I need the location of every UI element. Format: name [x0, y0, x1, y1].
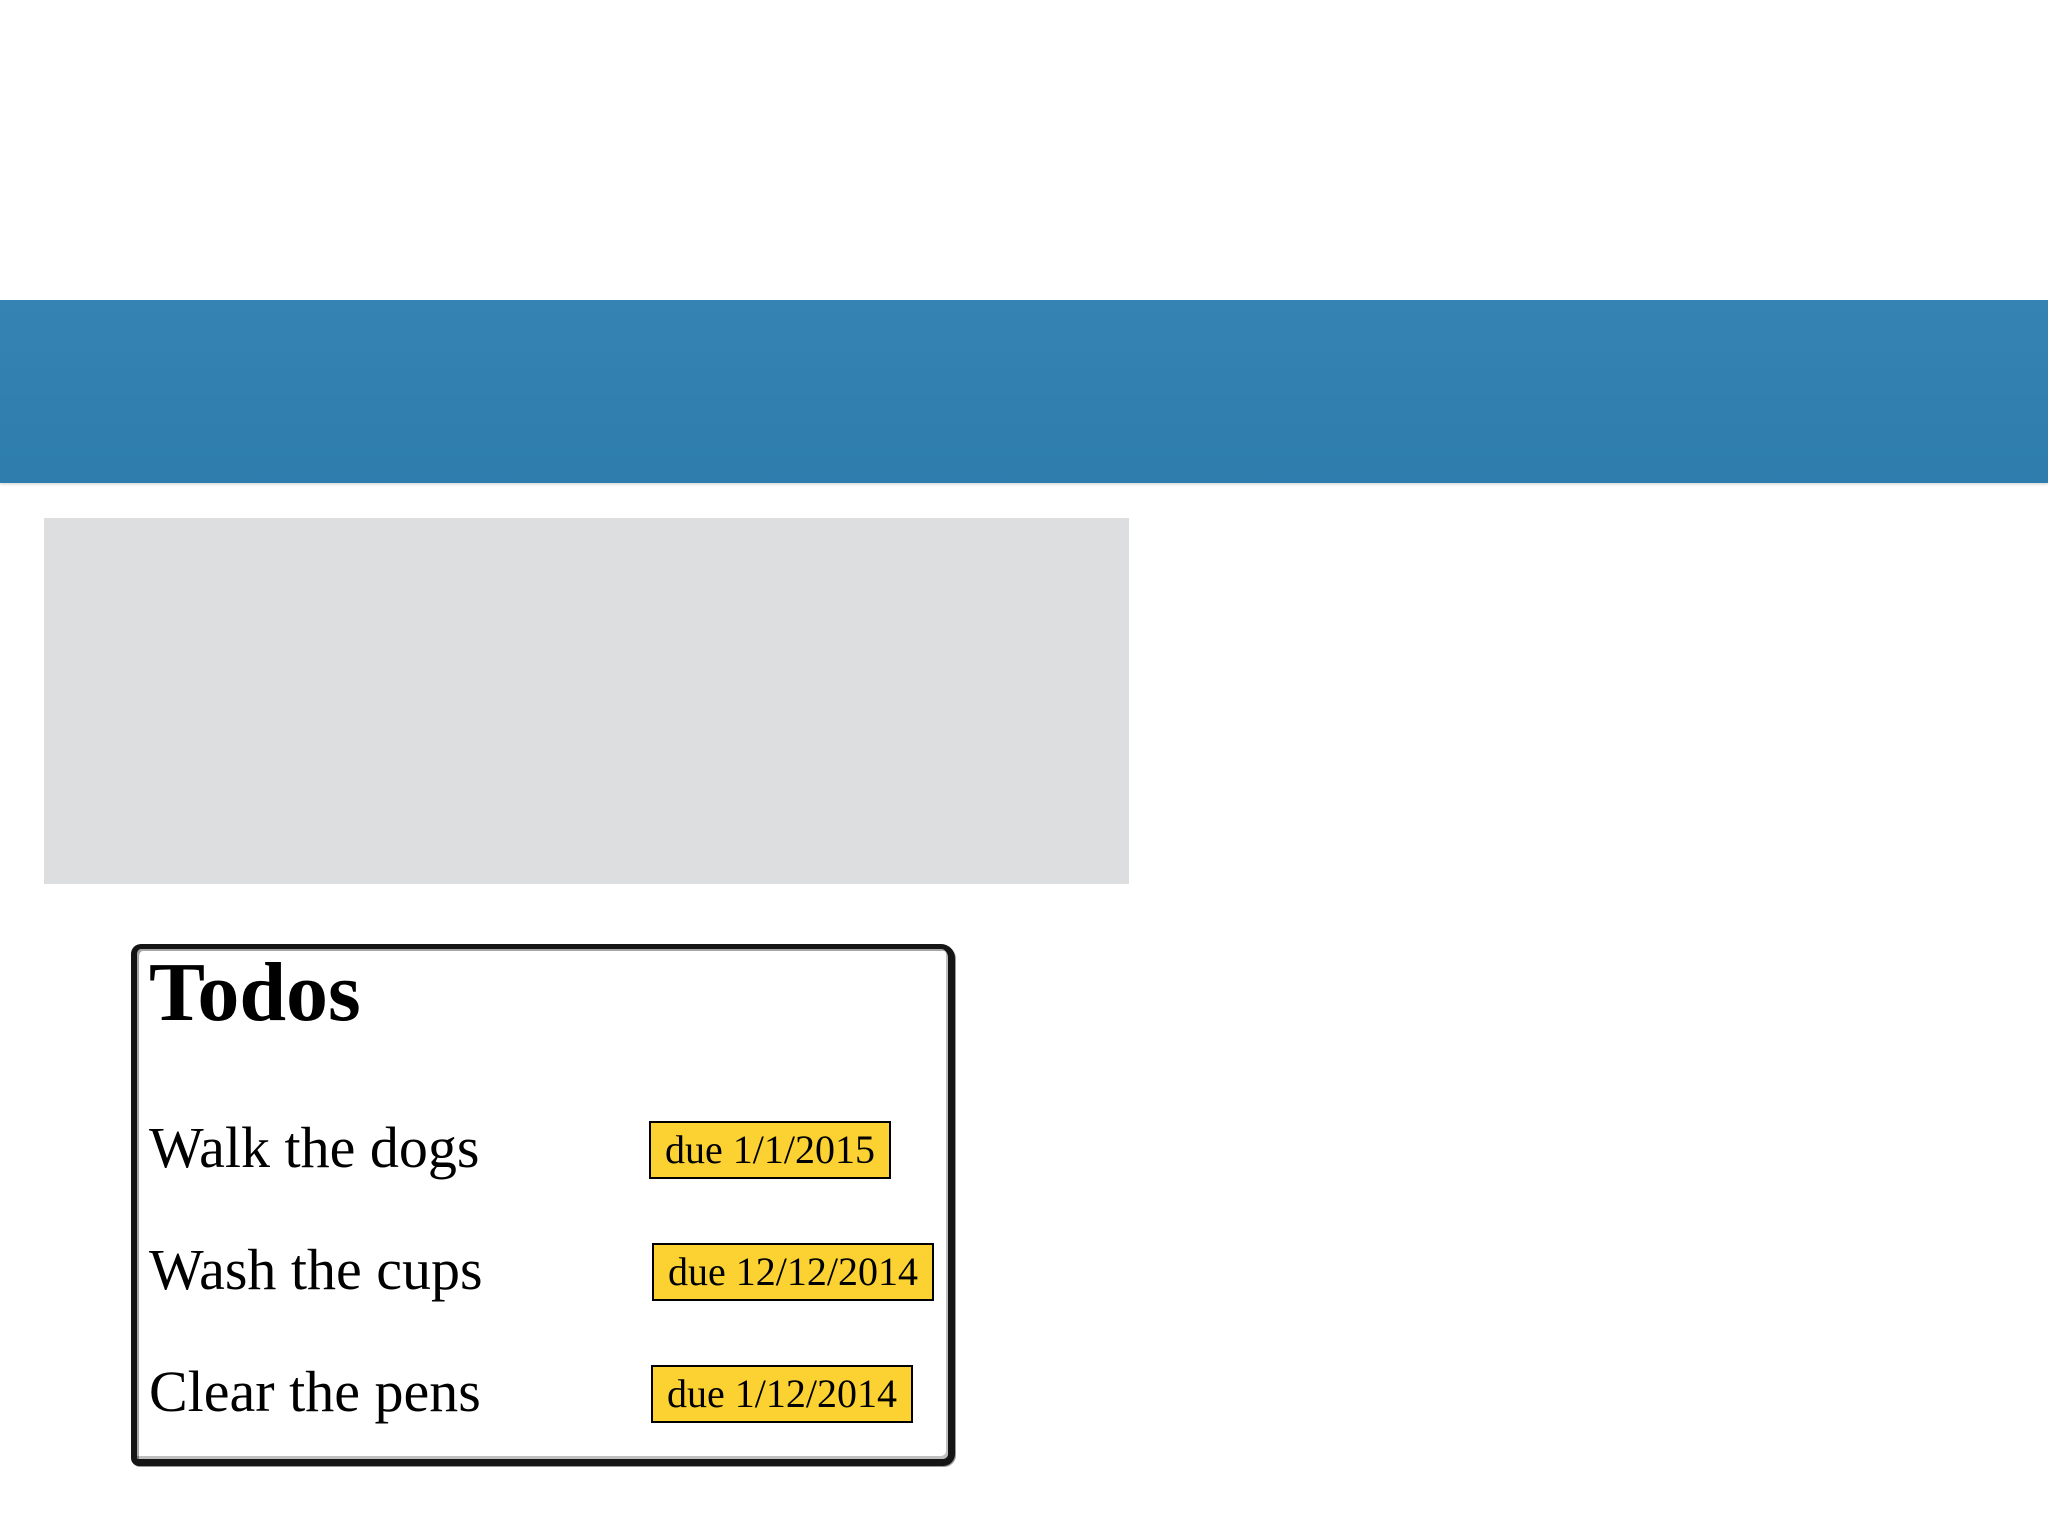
due-badge: due 1/12/2014: [651, 1365, 913, 1423]
todo-label: Clear the pens: [149, 1359, 481, 1424]
todo-label: Walk the dogs: [149, 1115, 480, 1180]
todos-card: Todos Walk the dogs due 1/1/2015 Wash th…: [131, 944, 955, 1466]
todo-item[interactable]: Walk the dogs due 1/1/2015: [149, 1113, 939, 1183]
todo-item[interactable]: Clear the pens due 1/12/2014: [149, 1357, 939, 1427]
todos-title: Todos: [149, 946, 361, 1039]
todo-item[interactable]: Wash the cups due 12/12/2014: [149, 1235, 939, 1305]
placeholder-box: [44, 518, 1129, 884]
top-banner: [0, 300, 2048, 483]
slide-page: Todos Walk the dogs due 1/1/2015 Wash th…: [0, 0, 2048, 1536]
due-badge: due 12/12/2014: [652, 1243, 934, 1301]
todo-label: Wash the cups: [149, 1237, 483, 1302]
due-badge: due 1/1/2015: [649, 1121, 891, 1179]
